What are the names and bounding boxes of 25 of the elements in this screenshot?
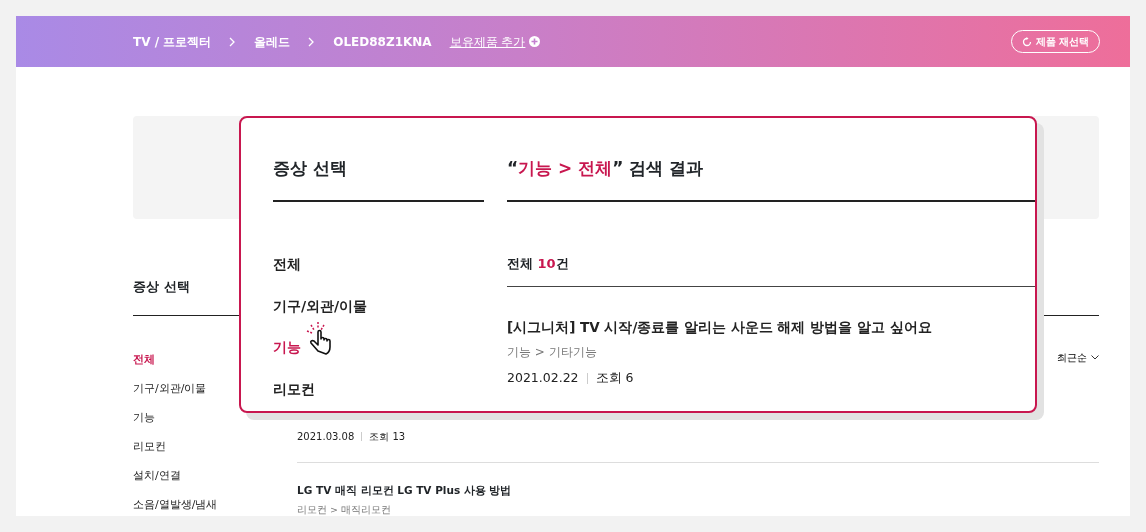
result-date: 2021.02.22 — [507, 369, 579, 387]
sidebar-item[interactable]: 리모컨 — [133, 432, 166, 461]
plus-icon — [529, 36, 541, 47]
symptom-option[interactable]: 기능 — [273, 327, 301, 369]
sidebar-item[interactable]: 기능 — [133, 403, 155, 432]
result-category: 기능 > 기타기능 — [507, 344, 598, 361]
article-date: 2021.03.08 — [297, 430, 355, 444]
sidebar-item[interactable]: 기구/외관/이물 — [133, 374, 207, 403]
result-count: 전체 10건 — [507, 255, 569, 273]
symptom-option[interactable]: 리모컨 — [273, 368, 315, 410]
chevron-icon — [229, 37, 237, 47]
result-title[interactable]: [시그니처] TV 시작/종료를 알리는 사운드 해제 방법을 알고 싶어요 — [507, 317, 932, 338]
view-count: 조회 13 — [369, 430, 406, 444]
refresh-icon — [1021, 36, 1032, 47]
result-heading: “기능 > 전체” 검색 결과 — [507, 118, 1035, 202]
sidebar-item[interactable]: 소음/열발생/냄새 — [133, 490, 218, 516]
view-count: 조회 6 — [595, 369, 634, 387]
chevron-down-icon — [1091, 355, 1099, 360]
popup-title: 증상 선택 — [273, 118, 484, 202]
sidebar-item[interactable]: 전체 — [133, 345, 155, 374]
sort-dropdown[interactable]: 최근순 — [1057, 350, 1099, 365]
article-category: 리모컨 > 매직리모컨 — [297, 502, 392, 516]
chevron-icon — [308, 37, 316, 47]
article-title[interactable]: LG TV 매직 리모컨 LG TV Plus 사용 방법 — [297, 483, 1099, 499]
sidebar-item[interactable]: 설치/연결 — [133, 461, 181, 490]
